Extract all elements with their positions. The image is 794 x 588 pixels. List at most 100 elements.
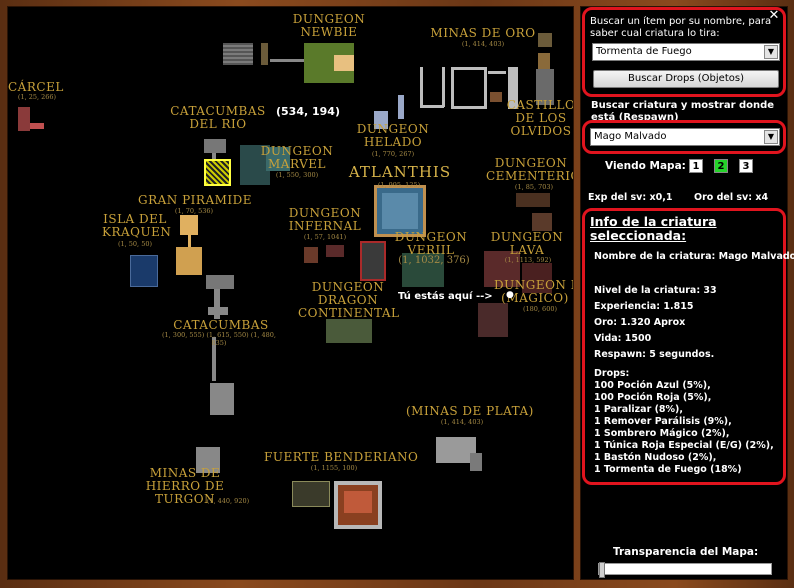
slider-thumb[interactable] [599,562,605,578]
minas-de-oro-map [451,67,487,109]
server-exp: Exp del sv: x0,1 [588,192,673,203]
coords-dungeon-lava: (1, 1113, 592) [504,256,552,264]
transparency-label: Transparencia del Mapa: [613,546,759,558]
carcel-map [30,123,44,129]
creature-search-box: Mago Malvado ▼ [582,120,786,154]
coords-atlanthis: (1, 995, 125) [377,181,421,189]
coords-carcel: (1, 25, 266) [17,93,57,101]
creature-exp: Experiencia: 1.815 [594,301,694,312]
label-dungeon-marvel: DUNGEON MARVEL [260,144,334,171]
list-item: 100 Poción Roja (5%), [594,392,712,403]
creature-info-title: Info de la criatura seleccionada: [590,214,717,243]
dungeon-lava-magico-map [478,303,508,337]
list-item: 1 Tormenta de Fuego (18%) [594,464,742,475]
map-view-label: Viendo Mapa: [605,160,686,172]
world-map[interactable]: DUNGEON NEWBIE MINAS DE ORO (1, 414, 403)… [7,6,574,580]
label-gran-piramide: GRAN PIRAMIDE [138,193,253,207]
drops-list: 100 Poción Azul (5%), 100 Poción Roja (5… [594,380,774,476]
corridor [270,59,304,62]
list-item: 1 Túnica Roja Especial (E/G) (2%), [594,440,774,451]
catacumbas-rio-map [204,139,226,153]
dungeon-newbie-map [334,55,354,71]
coords-isla-kraquen: (1, 50, 50) [117,240,152,248]
label-minas-plata: (MINAS DE PLATA) [406,404,534,418]
item-search-box: Buscar un ítem por su nombre, para saber… [582,7,786,97]
castillo-map [490,92,502,102]
item-select[interactable]: Tormenta de Fuego ▼ [592,43,780,61]
coords-minas-de-oro: (1, 414, 403) [461,40,505,48]
label-fuerte-benderiano: FUERTE BENDERIANO [264,450,419,464]
item-search-label: Buscar un ítem por su nombre, para saber… [590,16,772,39]
map-3-button[interactable]: 3 [739,159,753,173]
label-dungeon-helado: DUNGEON HELADO [356,122,430,149]
chevron-down-icon[interactable]: ▼ [764,45,778,59]
label-atlanthis: ATLANTHIS [348,163,452,181]
dungeon-cementerio-map [516,193,550,207]
creature-level: Nivel de la criatura: 33 [594,285,717,296]
item-select-value: Tormenta de Fuego [596,46,692,57]
label-dungeon-veril: DUNGEON VERIIL [394,230,468,257]
coords-dungeon-helado: (1, 770, 267) [371,150,415,158]
isla-kraquen-map [130,255,158,287]
coords-minas-plata: (1, 414, 403) [440,418,484,426]
coords-gran-piramide: (1, 70, 536) [174,207,214,215]
coords-minas-hierro: (1, 440, 920) [206,497,250,505]
creature-select-value: Mago Malvado [594,131,667,142]
fuerte-benderiano-map [344,491,372,513]
dungeon-newbie-map [261,43,268,65]
creature-name: Nombre de la criatura: Mago Malvado [594,251,794,262]
list-item: 1 Sombrero Mágico (2%), [594,428,730,439]
label-catacumbas-rio: CATACUMBAS DEL RIO [170,104,266,131]
map-1-button[interactable]: 1 [689,159,703,173]
label-dungeon-cementerio: DUNGEON CEMENTERIO [486,156,574,183]
server-gold: Oro del sv: x4 [694,192,769,203]
player-marker[interactable]: ● [506,290,514,300]
coords-catacumbas: (1, 300, 555) (1, 615, 550) (1, 480, 835… [162,331,276,347]
list-item: 1 Remover Parálisis (9%), [594,416,732,427]
minas-de-oro-map [538,33,552,47]
list-item: 100 Poción Azul (5%), [594,380,711,391]
dungeon-infernal-map [304,247,318,263]
creature-info-box: Info de la criatura seleccionada: Nombre… [582,208,794,485]
label-isla-kraquen: ISLA DEL KRAQUEN [102,212,172,239]
fuerte-benderiano-map [292,481,330,507]
dungeon-infernal-map [360,241,386,281]
chevron-down-icon[interactable]: ▼ [764,130,778,144]
coords-dungeon-lava-magico: (180, 600) [522,305,558,313]
catacumbas-map [210,383,234,415]
label-dungeon-lava: DUNGEON LAVA [490,230,564,257]
label-dungeon-infernal: DUNGEON INFERNAL [288,206,362,233]
search-drops-button[interactable]: Buscar Drops (Objetos) [593,70,779,88]
creature-respawn: Respawn: 5 segundos. [594,349,715,360]
catacumbas-map [206,275,234,289]
label-castillo: CASTILLO DE LOS OLVIDOS [506,98,574,138]
coords-dungeon-infernal: (1, 57, 1041) [303,233,347,241]
dungeon-newbie-map [223,43,253,65]
creature-gold: Oro: 1.320 Aprox [594,317,686,328]
dungeon-infernal-map [326,245,344,257]
label-minas-de-oro: MINAS DE ORO [430,26,536,40]
gran-piramide-map [180,215,198,235]
you-are-here-label: Tú estás aquí --> [398,291,493,302]
catacumbas-rio-map [204,159,231,186]
coords-dungeon-marvel: (1, 550, 300) [275,171,319,179]
creature-life: Vida: 1500 [594,333,652,344]
dungeon-cementerio-map [532,213,552,231]
atlanthis-map [382,193,418,229]
list-item: 1 Bastón Nudoso (2%), [594,452,717,463]
list-item: 1 Paralizar (8%), [594,404,683,415]
player-position-coords: (534, 194) [276,105,340,118]
drops-label: Drops: [594,368,630,379]
minas-plata-map [470,453,482,471]
gran-piramide-map [176,247,202,275]
transparency-slider[interactable] [598,562,772,578]
coords-dungeon-cementerio: (1, 85, 703) [514,183,554,191]
coords-dungeon-veril: (1, 1032, 376) [398,255,470,266]
side-panel: ✕ Buscar un ítem por su nombre, para sab… [580,6,794,580]
creature-select[interactable]: Mago Malvado ▼ [590,128,780,146]
map-2-button[interactable]: 2 [714,159,728,173]
label-dungeon-dragon: DUNGEON DRAGON CONTINENTAL [298,280,400,320]
dungeon-helado-map [398,95,404,119]
coords-fuerte-benderiano: (1, 1155, 100) [310,464,358,472]
carcel-map [18,107,30,131]
